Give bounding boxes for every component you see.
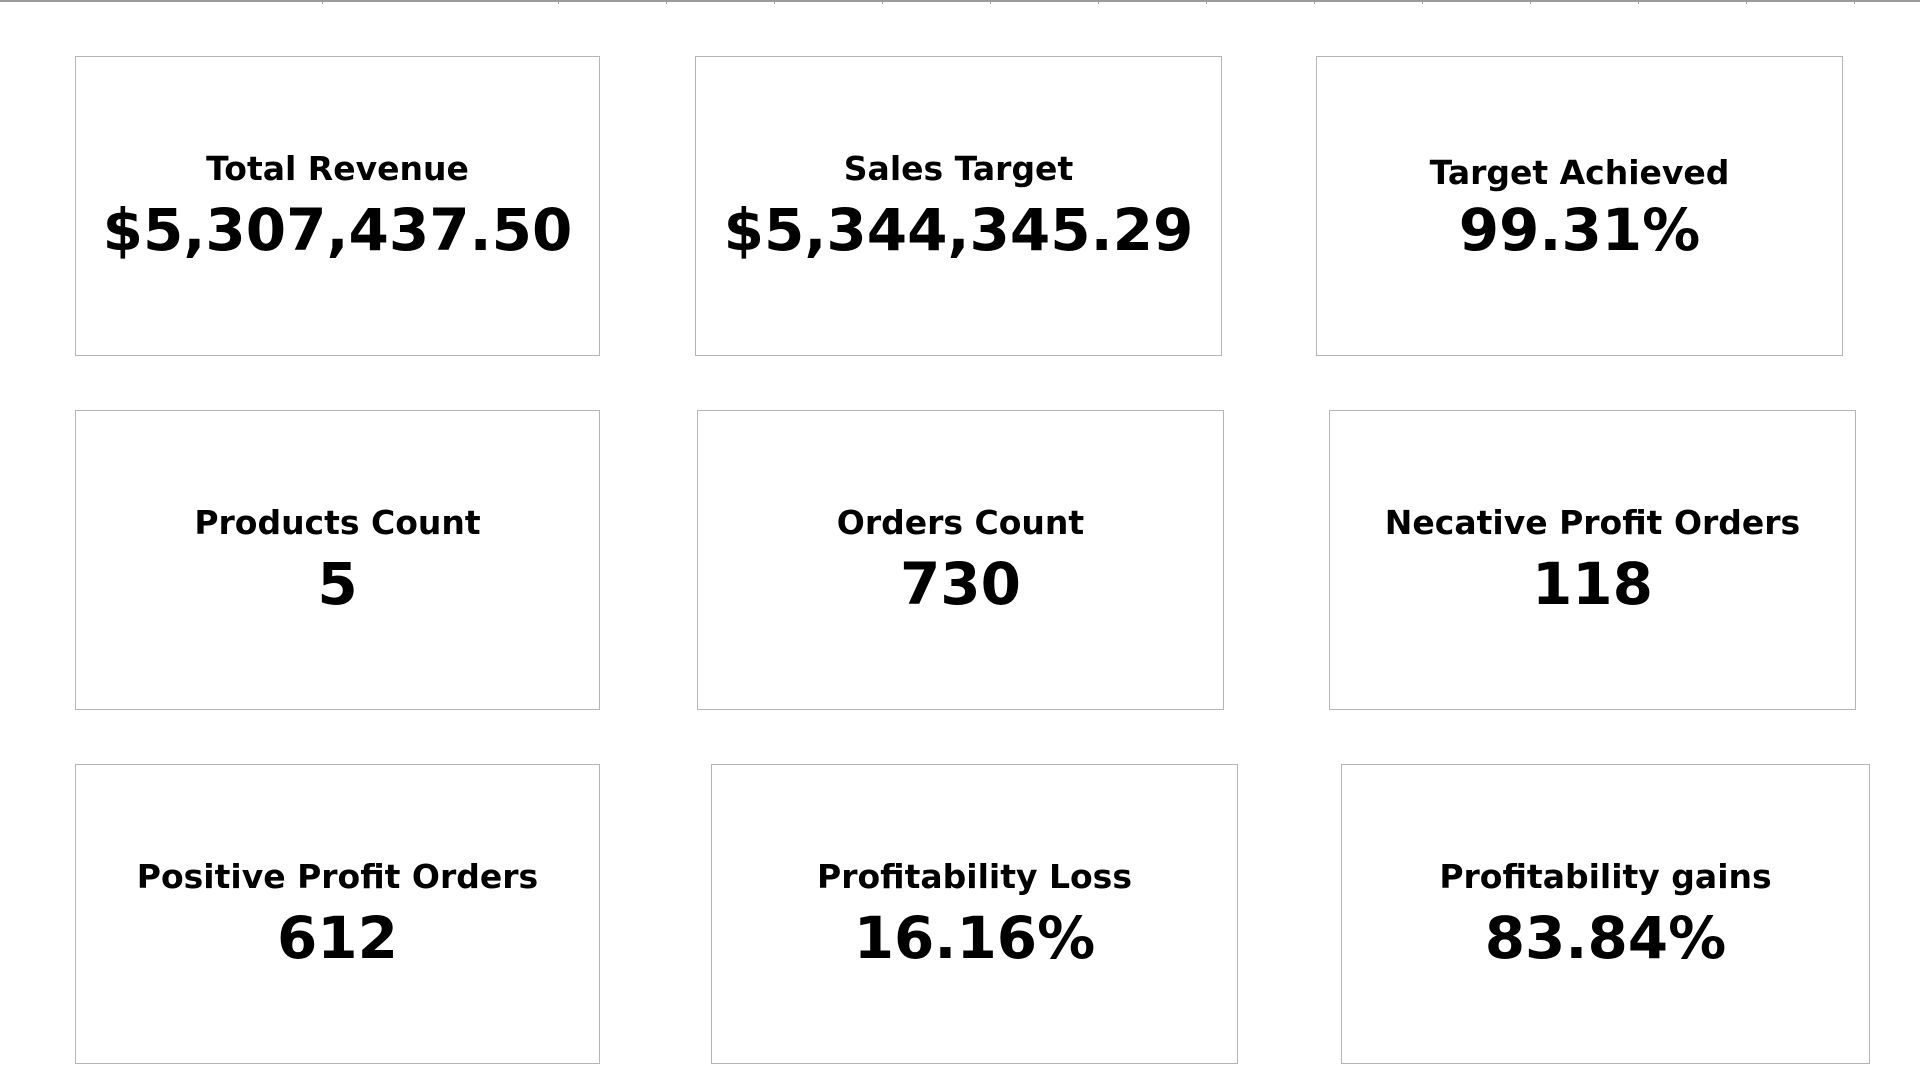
- kpi-value: 99.31%: [1458, 196, 1701, 264]
- kpi-value: $5,344,345.29: [723, 196, 1194, 264]
- top-tick-mark: [1314, 0, 1315, 4]
- kpi-card-products-count[interactable]: Products Count 5: [75, 410, 600, 710]
- top-border-line: [0, 0, 1920, 2]
- kpi-label: Positive Profit Orders: [136, 857, 539, 896]
- kpi-card-profitability-gains[interactable]: Profitability gains 83.84%: [1341, 764, 1870, 1064]
- top-tick-mark: [666, 0, 667, 4]
- kpi-label: Profitability Loss: [817, 857, 1132, 896]
- top-tick-mark: [1530, 0, 1531, 4]
- kpi-card-target-achieved[interactable]: Target Achieved 99.31%: [1316, 56, 1843, 356]
- kpi-card-sales-target[interactable]: Sales Target $5,344,345.29: [695, 56, 1222, 356]
- kpi-value: 83.84%: [1484, 904, 1727, 972]
- kpi-value: 118: [1531, 550, 1654, 618]
- kpi-value: 612: [276, 904, 399, 972]
- kpi-value: 16.16%: [853, 904, 1096, 972]
- top-tick-mark: [990, 0, 991, 4]
- kpi-card-orders-count[interactable]: Orders Count 730: [697, 410, 1224, 710]
- kpi-label: Necative Profit Orders: [1384, 503, 1801, 542]
- kpi-card-negative-profit-orders[interactable]: Necative Profit Orders 118: [1329, 410, 1856, 710]
- kpi-label: Target Achieved: [1429, 153, 1730, 192]
- kpi-card-positive-profit-orders[interactable]: Positive Profit Orders 612: [75, 764, 600, 1064]
- kpi-label: Orders Count: [836, 503, 1085, 542]
- top-tick-mark: [1422, 0, 1423, 4]
- top-tick-mark: [1854, 0, 1855, 4]
- kpi-value: 730: [899, 550, 1022, 618]
- kpi-label: Profitability gains: [1439, 857, 1772, 896]
- top-tick-mark: [558, 0, 559, 4]
- kpi-label: Total Revenue: [206, 149, 469, 188]
- kpi-label: Products Count: [194, 503, 481, 542]
- kpi-card-total-revenue[interactable]: Total Revenue $5,307,437.50: [75, 56, 600, 356]
- kpi-value: $5,307,437.50: [102, 196, 573, 264]
- kpi-card-profitability-loss[interactable]: Profitability Loss 16.16%: [711, 764, 1238, 1064]
- kpi-label: Sales Target: [843, 149, 1074, 188]
- top-tick-mark: [1098, 0, 1099, 4]
- kpi-value: 5: [317, 550, 358, 618]
- top-tick-mark: [774, 0, 775, 4]
- top-tick-mark: [1746, 0, 1747, 4]
- top-tick-mark: [1206, 0, 1207, 4]
- top-tick-mark: [322, 0, 323, 4]
- top-tick-mark: [1638, 0, 1639, 4]
- top-tick-mark: [882, 0, 883, 4]
